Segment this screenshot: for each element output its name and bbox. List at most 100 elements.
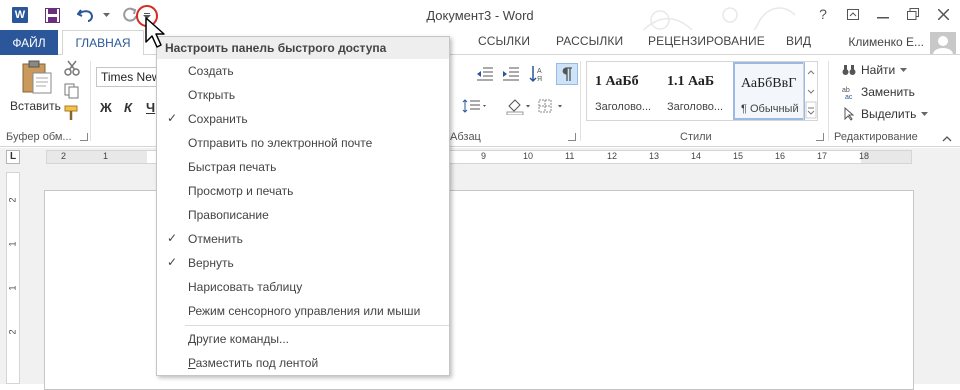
style-preview: 1 АаБб <box>595 74 639 89</box>
style-name: Заголово... <box>595 101 652 113</box>
check-icon: ✓ <box>167 231 178 245</box>
format-painter-icon[interactable] <box>64 105 80 124</box>
menu-separator <box>185 325 449 326</box>
cut-icon[interactable] <box>64 60 80 79</box>
sort-icon[interactable]: AЯ <box>528 65 544 86</box>
binoculars-icon <box>842 65 856 75</box>
bold-button[interactable]: Ж <box>100 100 112 115</box>
styles-scroll[interactable] <box>803 62 817 120</box>
shading-icon[interactable] <box>506 97 532 118</box>
menu-item-label: Режим сенсорного управления или мыши <box>188 304 421 318</box>
copy-icon[interactable] <box>64 83 80 102</box>
minimize-button[interactable] <box>872 4 894 24</box>
show-formatting-button[interactable] <box>556 63 578 85</box>
vertical-ruler-number: 1 <box>7 285 18 291</box>
avatar[interactable] <box>930 32 956 54</box>
menu-item-more-commands[interactable]: Другие команды... <box>157 327 449 351</box>
tab-stop-icon: L <box>10 151 17 162</box>
menu-item-label: Разместить под лентой <box>188 356 319 370</box>
font-name-box[interactable]: Times New Roman <box>96 67 158 87</box>
menu-item[interactable]: Быстрая печать <box>157 155 449 179</box>
menu-item-label: Нарисовать таблицу <box>188 280 303 294</box>
ruler-row: L 2123456789101112131415161718 <box>0 148 960 166</box>
menu-item-label: Отправить по электронной почте <box>188 136 373 150</box>
paste-button[interactable]: Вставить <box>10 59 61 115</box>
ribbon-display-options-button[interactable] <box>842 4 864 24</box>
tab-references[interactable]: ССЫЛКИ <box>478 34 530 48</box>
clipboard-launcher-icon[interactable] <box>80 133 88 141</box>
menu-item[interactable]: Отправить по электронной почте <box>157 131 449 155</box>
window-controls: ? <box>812 4 954 24</box>
tab-selector[interactable]: L <box>6 150 20 164</box>
tab-home[interactable]: ГЛАВНАЯ <box>62 30 144 56</box>
ruler-number: 10 <box>523 151 534 161</box>
vertical-ruler[interactable]: 2 1 1 2 <box>6 172 20 384</box>
italic-button[interactable]: К <box>124 100 132 115</box>
ruler-number: 2 <box>61 151 67 161</box>
style-heading1[interactable]: 1 АаБб Заголово... <box>589 62 661 120</box>
menu-item-label: Открыть <box>188 88 236 102</box>
menu-item-label: Сохранить <box>188 112 248 126</box>
customize-qat-menu: Настроить панель быстрого доступа Создат… <box>156 36 450 376</box>
menu-item[interactable]: ✓ Отменить <box>157 227 449 251</box>
group-divider <box>828 61 829 141</box>
menu-item[interactable]: Открыть <box>157 83 449 107</box>
paste-label: Вставить <box>10 99 61 113</box>
paragraph-launcher-icon[interactable] <box>568 133 576 141</box>
chevron-down-icon <box>921 111 929 116</box>
ruler-number: 18 <box>859 151 870 161</box>
menu-item-label: Просмотр и печать <box>188 184 294 198</box>
style-heading2[interactable]: 1.1 АаБ Заголово... <box>661 62 733 120</box>
menu-item-label: Вернуть <box>188 256 234 270</box>
decrease-indent-icon[interactable] <box>476 67 494 84</box>
replace-icon: abac <box>842 87 853 99</box>
menu-item[interactable]: ✓ Сохранить <box>157 107 449 131</box>
clipboard-icon <box>22 60 52 94</box>
styles-launcher-icon[interactable] <box>816 133 824 141</box>
find-button[interactable]: Найти <box>842 63 908 77</box>
svg-text:ab: ab <box>842 87 850 94</box>
replace-label: Заменить <box>861 85 915 99</box>
close-button[interactable] <box>932 4 954 24</box>
user-icon <box>933 36 953 54</box>
ruler-number: 15 <box>733 151 744 161</box>
menu-item-label: Правописание <box>188 208 269 222</box>
vertical-ruler-number: 1 <box>7 241 18 247</box>
restore-button[interactable] <box>902 4 924 24</box>
increase-indent-icon[interactable] <box>502 67 520 84</box>
collapse-ribbon-icon[interactable] <box>942 131 952 145</box>
style-normal[interactable]: АаБбВвГ ¶ Обычный <box>733 62 805 120</box>
menu-item[interactable]: Просмотр и печать <box>157 179 449 203</box>
tab-view[interactable]: ВИД <box>786 34 811 48</box>
cursor-arrow-icon <box>844 107 855 121</box>
line-spacing-icon[interactable] <box>462 99 488 116</box>
vertical-ruler-number: 2 <box>7 197 18 203</box>
underline-button[interactable]: Ч <box>146 100 155 115</box>
select-button[interactable]: Выделить <box>842 107 929 121</box>
vertical-ruler-number: 2 <box>7 329 18 335</box>
styles-gallery: 1 АаБб Заголово... 1.1 АаБ Заголово... А… <box>586 61 818 121</box>
editing-group-label: Редактирование <box>834 131 918 143</box>
menu-item[interactable]: ✓ Вернуть <box>157 251 449 275</box>
borders-icon[interactable] <box>538 99 566 116</box>
menu-item[interactable]: Режим сенсорного управления или мыши <box>157 299 449 323</box>
ruler-number: 9 <box>481 151 487 161</box>
style-preview: 1.1 АаБ <box>667 74 715 89</box>
menu-item[interactable]: Нарисовать таблицу <box>157 275 449 299</box>
check-icon: ✓ <box>167 255 178 269</box>
replace-button[interactable]: ab ac Заменить <box>842 85 915 99</box>
user-name[interactable]: Клименко Е... <box>848 35 924 49</box>
tab-review[interactable]: РЕЦЕНЗИРОВАНИЕ <box>648 34 765 48</box>
select-label: Выделить <box>861 107 917 121</box>
menu-item-show-below-ribbon[interactable]: Разместить под лентой <box>157 351 449 375</box>
menu-item-label: Создать <box>188 64 234 78</box>
menu-item[interactable]: Правописание <box>157 203 449 227</box>
help-button[interactable]: ? <box>812 4 834 24</box>
tab-file[interactable]: ФАЙЛ <box>0 30 58 55</box>
tab-mailings[interactable]: РАССЫЛКИ <box>556 34 623 48</box>
ruler-number: 16 <box>775 151 786 161</box>
menu-item[interactable]: Создать <box>157 59 449 83</box>
mouse-cursor-icon <box>145 17 165 48</box>
find-label: Найти <box>861 63 896 77</box>
ruler-number: 17 <box>817 151 828 161</box>
